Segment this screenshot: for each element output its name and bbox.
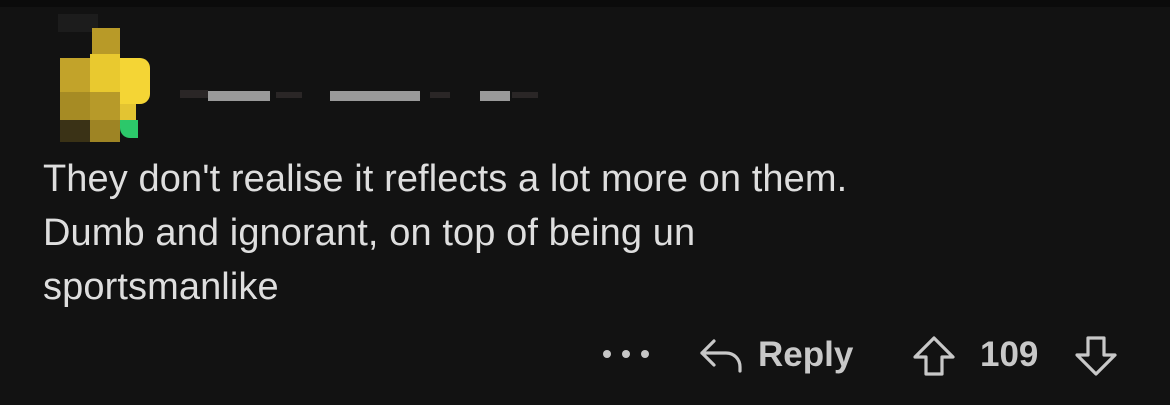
ellipsis-dot: [641, 350, 649, 358]
comment-body: They don't realise it reflects a lot mor…: [43, 152, 1123, 314]
ellipsis-dot: [622, 350, 630, 358]
comment-actions: Reply 109: [0, 325, 1170, 385]
downvote-arrow-icon: [1075, 336, 1117, 376]
downvote-button[interactable]: [1074, 335, 1118, 382]
more-options-button[interactable]: [603, 341, 649, 367]
upvote-arrow-icon: [913, 336, 955, 376]
reply-button[interactable]: Reply: [698, 333, 853, 377]
reply-label: Reply: [758, 335, 854, 374]
comment-line: Dumb and ignorant, on top of being un: [43, 212, 696, 254]
reply-arrow-icon: [700, 339, 742, 373]
avatar[interactable]: [58, 14, 150, 142]
upvote-button[interactable]: [912, 335, 956, 382]
vote-score: 109: [980, 335, 1039, 374]
top-divider: [0, 0, 1170, 7]
comment-line: They don't realise it reflects a lot mor…: [43, 158, 848, 200]
comment-line: sportsmanlike: [43, 266, 279, 308]
ellipsis-icon: [603, 350, 611, 358]
